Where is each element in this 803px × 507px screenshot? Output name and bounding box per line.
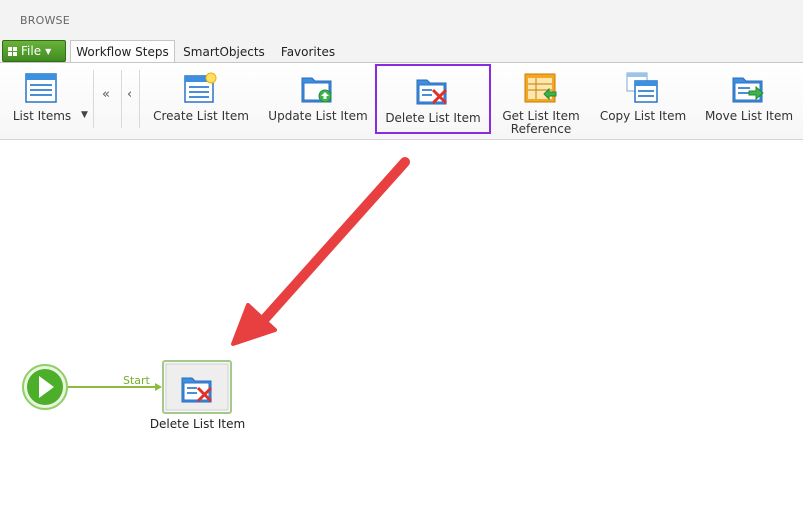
get-list-item-reference-icon (524, 73, 557, 103)
update-list-item-button[interactable]: Update List Item (262, 64, 374, 136)
list-items-icon (25, 73, 57, 103)
move-list-item-icon (732, 77, 764, 103)
delete-list-item-label: Delete List Item (385, 111, 481, 125)
create-list-item-icon (184, 72, 217, 103)
start-link-label: Start (123, 374, 150, 387)
tab-favorites[interactable]: Favorites (274, 40, 342, 63)
get-list-item-reference-label-line2: Reference (510, 122, 572, 136)
workflow-canvas[interactable] (0, 140, 803, 507)
file-menu-button[interactable]: File ▼ (2, 40, 66, 62)
tab-label: Workflow Steps (76, 45, 169, 59)
tab-label: SmartObjects (183, 44, 265, 59)
chevron-down-icon[interactable]: ▼ (81, 110, 88, 120)
chevron-left-icon[interactable]: ‹ (127, 87, 132, 102)
move-list-item-button[interactable]: Move List Item (700, 64, 798, 136)
list-items-label: List Items (12, 109, 72, 123)
update-list-item-icon (301, 77, 332, 103)
chevron-down-icon: ▼ (45, 46, 52, 56)
ribbon-separator (93, 70, 94, 128)
create-list-item-label: Create List Item (153, 109, 249, 123)
tab-workflow-steps[interactable]: Workflow Steps (70, 40, 175, 63)
ribbon-separator (121, 70, 122, 128)
delete-list-item-node-label: Delete List Item (149, 417, 246, 431)
create-list-item-button[interactable]: Create List Item (148, 64, 254, 136)
top-bar: BROWSE (0, 0, 803, 38)
copy-list-item-icon (626, 72, 658, 103)
delete-list-item-button[interactable]: Delete List Item (375, 64, 491, 134)
move-list-item-label: Move List Item (704, 109, 794, 123)
copy-list-item-label: Copy List Item (599, 109, 687, 123)
update-list-item-label: Update List Item (268, 109, 368, 123)
browse-label[interactable]: BROWSE (20, 14, 70, 27)
file-menu-label: File (21, 44, 42, 58)
apps-grid-icon (8, 46, 17, 56)
double-chevron-left-icon[interactable]: « (102, 87, 110, 102)
list-items-dropdown[interactable]: List Items (4, 64, 80, 136)
ribbon-separator (139, 70, 140, 128)
tab-label: Favorites (280, 44, 336, 59)
get-list-item-reference-button[interactable]: Get List Item Reference (496, 64, 586, 136)
delete-list-item-icon (416, 79, 448, 105)
tab-smartobjects[interactable]: SmartObjects (178, 40, 270, 63)
copy-list-item-button[interactable]: Copy List Item (596, 64, 690, 136)
